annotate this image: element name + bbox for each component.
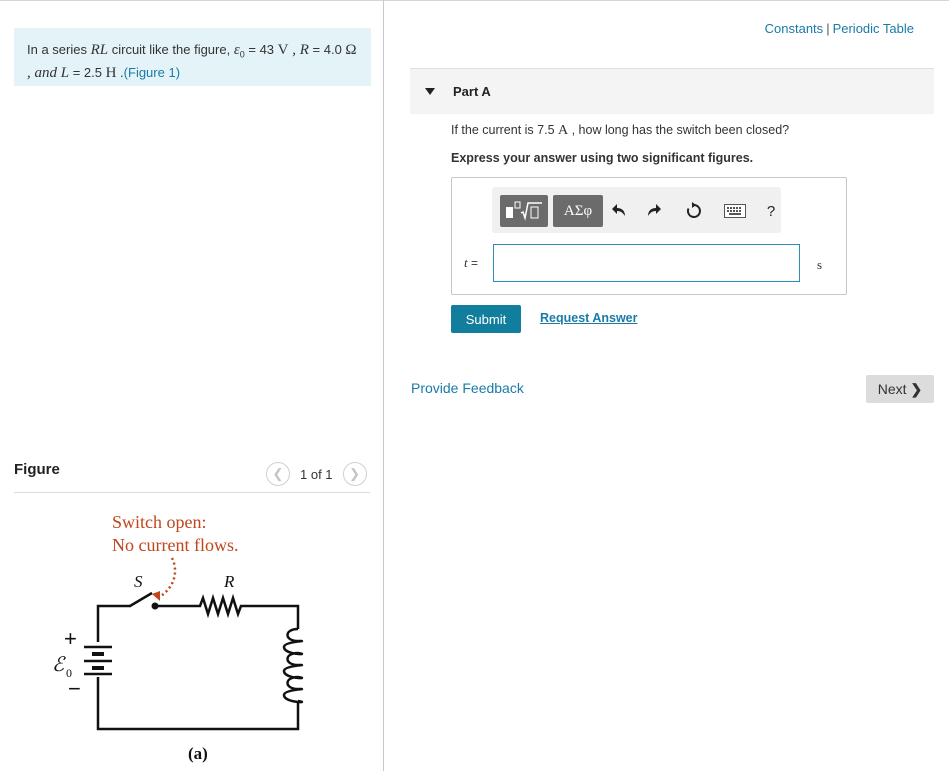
figure-link[interactable]: (Figure 1): [124, 65, 180, 80]
switch-blade: [129, 591, 153, 608]
chevron-left-icon: ❮: [272, 466, 284, 481]
answer-area: ΑΣφ ? t = s: [451, 177, 847, 295]
submit-button[interactable]: Submit: [451, 305, 521, 333]
r-value: = 4.0: [308, 42, 346, 57]
part-title: Part A: [453, 84, 491, 99]
undo-icon[interactable]: [608, 200, 630, 222]
part-a-header[interactable]: Part A: [410, 68, 934, 114]
answer-input[interactable]: [493, 244, 800, 282]
emf-unit: V: [277, 42, 289, 58]
periodic-table-link[interactable]: Periodic Table: [833, 21, 914, 36]
question-prefix: If the current is 7.5: [451, 123, 558, 137]
link-separator: |: [826, 21, 830, 36]
r-label: , R: [288, 42, 309, 58]
caption-arrow: [157, 557, 177, 600]
wire-bottom: [96, 677, 300, 731]
switch-label: S: [134, 572, 143, 591]
emf-value: = 43: [244, 42, 278, 57]
circuit-diagram: Switch open: No current flows. S R + − ℰ…: [52, 512, 303, 763]
subfigure-label: (a): [188, 744, 208, 763]
redo-icon[interactable]: [643, 200, 665, 222]
figure-counter: 1 of 1: [300, 466, 333, 482]
switch-caption-line1: Switch open:: [112, 512, 207, 532]
question-unit: A: [558, 123, 569, 138]
figure-prev-button[interactable]: ❮: [266, 462, 290, 486]
wire-top-left: [96, 604, 131, 642]
chevron-right-icon: ❯: [910, 380, 923, 397]
keyboard-icon[interactable]: [722, 200, 748, 222]
help-button[interactable]: ?: [760, 200, 782, 222]
answer-unit: s: [817, 257, 823, 272]
reset-icon[interactable]: [683, 200, 705, 222]
problem-text: .: [116, 64, 124, 80]
top-links: Constants | Periodic Table: [765, 21, 914, 36]
figure-heading: Figure: [14, 461, 60, 478]
battery-plus-sign: +: [64, 626, 77, 651]
l-label: , and L: [27, 64, 70, 81]
chevron-right-icon: ❯: [349, 466, 360, 481]
problem-panel: In a series RL circuit like the figure, …: [0, 0, 384, 771]
emf-label: ℰ: [52, 654, 66, 676]
next-button[interactable]: Next ❯: [866, 375, 934, 403]
greek-symbols-button[interactable]: ΑΣφ: [553, 195, 603, 227]
answer-variable-label: t =: [464, 255, 478, 271]
equals-sign: =: [467, 256, 478, 270]
constants-link[interactable]: Constants: [765, 21, 824, 36]
templates-icon: [506, 201, 542, 221]
switch-caption-line2: No current flows.: [112, 535, 238, 555]
emf-subscript: 0: [66, 666, 72, 680]
panel-divider: [383, 0, 384, 771]
math-toolbar: ΑΣφ ?: [492, 187, 781, 233]
figure-navigation: ❮ 1 of 1 ❯: [266, 462, 367, 486]
next-label: Next: [877, 381, 907, 397]
resistor-label: R: [223, 572, 235, 591]
r-unit: Ω: [345, 42, 357, 58]
figure-next-button[interactable]: ❯: [342, 462, 367, 486]
resistor-wire: [155, 593, 300, 629]
figure-divider: [14, 492, 370, 493]
answer-instruction: Express your answer using two significan…: [451, 151, 754, 165]
templates-button[interactable]: [500, 195, 548, 227]
question-text: If the current is 7.5 A , how long has t…: [451, 123, 789, 139]
l-value: = 2.5: [69, 64, 106, 80]
question-suffix: , how long has the switch been closed?: [568, 123, 790, 137]
rl-symbol: RL: [90, 42, 109, 58]
problem-statement: In a series RL circuit like the figure, …: [14, 28, 371, 86]
l-unit: H: [105, 64, 117, 81]
inductor-coil: [282, 627, 303, 704]
caption-arrowhead: [152, 591, 160, 601]
provide-feedback-link[interactable]: Provide Feedback: [411, 380, 524, 396]
problem-text: In a series: [27, 42, 91, 57]
problem-text: circuit like the figure,: [108, 42, 234, 57]
request-answer-link[interactable]: Request Answer: [540, 311, 637, 325]
caret-down-icon[interactable]: [425, 88, 435, 95]
